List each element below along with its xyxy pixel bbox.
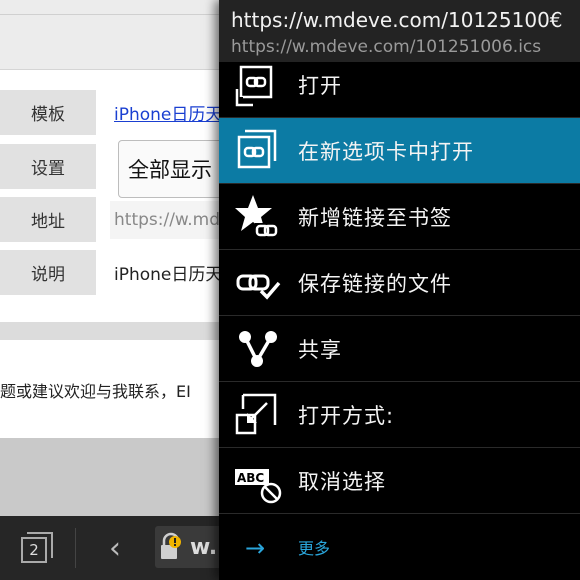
menu-item-open[interactable]: 打开 — [219, 52, 580, 118]
menu-title-url: https://w.mdeve.com/10125100€ — [231, 8, 563, 32]
arrow-right-icon: → — [245, 534, 266, 562]
row-label-settings: 设置 — [0, 144, 96, 189]
tab-count: 2 — [21, 537, 47, 563]
address-value[interactable]: https://w.mde — [114, 197, 231, 242]
link-context-menu: https://w.mdeve.com/10125100€ https://w.… — [219, 0, 580, 580]
open-new-tab-icon — [237, 129, 277, 169]
menu-item-cancel-selection[interactable]: ABC 取消选择 — [219, 448, 580, 514]
menu-item-label: 保存链接的文件 — [298, 272, 452, 296]
template-link[interactable]: iPhone日历天 — [114, 90, 222, 135]
cancel-selection-icon: ABC — [235, 469, 282, 504]
toolbar-divider — [75, 528, 76, 568]
more-label: 更多 — [298, 539, 331, 558]
menu-item-label: 共享 — [298, 338, 342, 362]
notice-text: 题或建议欢迎与我联系，EI — [0, 382, 191, 401]
open-with-icon — [235, 393, 277, 435]
open-link-icon — [235, 65, 273, 107]
menu-item-label: 取消选择 — [298, 470, 386, 494]
menu-item-label: 在新选项卡中打开 — [298, 140, 474, 164]
menu-item-open-with[interactable]: 打开方式: — [219, 382, 580, 448]
menu-item-label: 打开方式: — [298, 404, 395, 428]
row-label-address: 地址 — [0, 197, 96, 242]
tabs-button[interactable]: 2 — [21, 532, 55, 566]
row-label-description: 说明 — [0, 250, 96, 295]
menu-item-add-bookmark[interactable]: 新增链接至书签 — [219, 184, 580, 250]
bookmark-star-icon — [235, 195, 278, 237]
lock-warning-icon — [161, 532, 181, 559]
menu-item-label: 打开 — [298, 74, 342, 98]
menu-item-save-link[interactable]: 保存链接的文件 — [219, 250, 580, 316]
save-link-icon — [236, 274, 281, 300]
back-button[interactable]: ‹ — [100, 530, 130, 566]
row-label-template: 模板 — [0, 90, 96, 135]
menu-item-open-new-tab[interactable]: 在新选项卡中打开 — [219, 118, 580, 184]
abc-text: ABC — [237, 471, 264, 485]
menu-more-button[interactable]: → 更多 — [219, 514, 580, 580]
menu-item-share[interactable]: 共享 — [219, 316, 580, 382]
menu-item-label: 新增链接至书签 — [298, 206, 452, 230]
description-value: iPhone日历天 — [114, 265, 223, 285]
share-icon — [239, 331, 277, 367]
